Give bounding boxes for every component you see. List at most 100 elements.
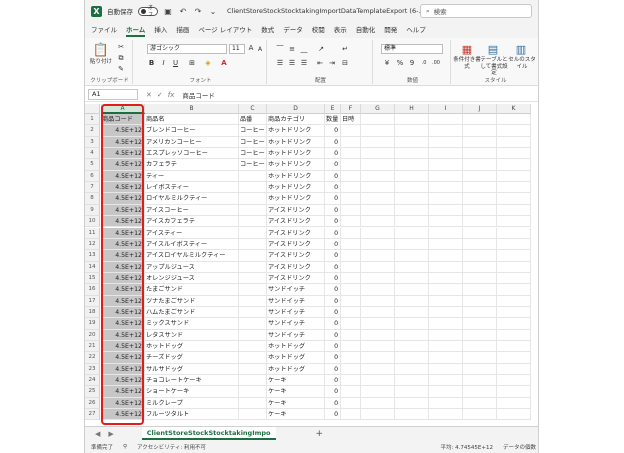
cell[interactable] [429, 148, 463, 160]
increase-font-icon[interactable]: A [247, 43, 255, 53]
cell[interactable]: ホットドッグ [267, 363, 325, 376]
cell[interactable]: 0 [325, 272, 341, 285]
cell[interactable] [497, 306, 531, 319]
cell[interactable] [497, 363, 531, 376]
cell[interactable]: サンドイッチ [267, 284, 325, 296]
cell[interactable] [429, 363, 463, 376]
cell[interactable]: 0 [325, 318, 341, 330]
cell[interactable]: 4.5E+12 [101, 170, 145, 183]
cell[interactable] [429, 409, 463, 421]
cell[interactable]: エスプレッソコーヒー [145, 148, 239, 160]
cell[interactable]: ケーキ [267, 386, 325, 398]
cell[interactable] [239, 250, 267, 262]
cell[interactable]: アイスコーヒー [145, 204, 239, 217]
cell[interactable] [361, 148, 395, 160]
cell[interactable] [239, 227, 267, 239]
cell[interactable]: カフェラテ [145, 159, 239, 171]
cell[interactable]: 4.5E+12 [101, 216, 145, 228]
row-header[interactable]: 3 [85, 136, 100, 149]
cell[interactable]: コーヒー [239, 148, 267, 160]
cell[interactable] [361, 204, 395, 217]
save-icon[interactable]: ▣ [163, 6, 173, 16]
row-header[interactable]: 1 [85, 114, 100, 126]
cell[interactable] [239, 193, 267, 205]
cell[interactable]: 4.5E+12 [101, 284, 145, 296]
column-header[interactable]: I [429, 104, 463, 114]
cell[interactable]: ホットドッグ [267, 352, 325, 364]
column-header[interactable]: A [101, 104, 145, 114]
menu-tab[interactable]: 表示 [334, 22, 347, 38]
cell[interactable] [497, 170, 531, 183]
align-top-icon[interactable]: ⎺ [275, 44, 285, 54]
row-header[interactable]: 10 [85, 216, 100, 228]
wrap-text-icon[interactable]: ↵ [339, 44, 351, 54]
cell[interactable]: レイボスティー [145, 182, 239, 194]
cell[interactable]: ミルクレープ [145, 397, 239, 410]
cell[interactable] [429, 386, 463, 398]
cut-icon[interactable]: ✂ [115, 42, 127, 52]
cell[interactable] [429, 227, 463, 239]
cell[interactable] [463, 397, 497, 410]
cell[interactable] [361, 182, 395, 194]
menu-tab[interactable]: 数式 [261, 22, 274, 38]
cell[interactable] [361, 193, 395, 205]
cell[interactable] [497, 284, 531, 296]
cell[interactable] [395, 159, 429, 171]
cell[interactable] [463, 182, 497, 194]
cell[interactable] [239, 284, 267, 296]
cell[interactable] [341, 306, 361, 319]
row-header[interactable]: 21 [85, 341, 100, 353]
font-color-icon[interactable]: A [219, 58, 229, 68]
row-header[interactable]: 26 [85, 397, 100, 410]
cell[interactable]: サルサドッグ [145, 363, 239, 376]
cell[interactable] [239, 375, 267, 387]
cell[interactable]: ホットドッグ [267, 341, 325, 353]
cell[interactable] [497, 409, 531, 421]
row-header[interactable]: 19 [85, 318, 100, 330]
cell[interactable]: 日時 [341, 114, 361, 126]
cell[interactable]: 0 [325, 227, 341, 239]
enter-icon[interactable]: ✓ [157, 91, 163, 99]
cell[interactable] [341, 397, 361, 410]
cell[interactable] [429, 204, 463, 217]
cell[interactable]: 0 [325, 216, 341, 228]
cell[interactable] [341, 170, 361, 183]
cell[interactable]: サンドイッチ [267, 329, 325, 341]
cell[interactable] [497, 341, 531, 353]
cell[interactable]: コーヒー [239, 136, 267, 149]
cell[interactable] [429, 375, 463, 387]
cell[interactable] [395, 238, 429, 251]
cell[interactable] [239, 397, 267, 410]
cell[interactable] [395, 409, 429, 421]
menu-tab[interactable]: ホーム [126, 22, 146, 38]
cell[interactable]: 4.5E+12 [101, 227, 145, 239]
column-header[interactable]: C [239, 104, 267, 114]
cell[interactable] [361, 159, 395, 171]
cell[interactable] [239, 306, 267, 319]
cell[interactable]: 0 [325, 125, 341, 137]
cell[interactable]: 0 [325, 352, 341, 364]
cell[interactable]: ケーキ [267, 409, 325, 421]
cell[interactable] [463, 409, 497, 421]
cell[interactable] [463, 329, 497, 341]
cell[interactable] [497, 125, 531, 137]
cell[interactable]: 0 [325, 204, 341, 217]
cell[interactable] [395, 329, 429, 341]
cell[interactable]: ミックスサンド [145, 318, 239, 330]
cell[interactable] [341, 204, 361, 217]
cell[interactable]: ティー [145, 170, 239, 183]
decrease-indent-icon[interactable]: ⇤ [315, 58, 325, 68]
column-header[interactable]: D [267, 104, 325, 114]
row-header[interactable]: 2 [85, 125, 100, 137]
cell[interactable] [429, 261, 463, 273]
percent-button[interactable]: % [395, 58, 405, 68]
cell[interactable] [497, 148, 531, 160]
cell[interactable]: 0 [325, 250, 341, 262]
cell[interactable] [463, 306, 497, 319]
cell[interactable]: 0 [325, 306, 341, 319]
cell[interactable] [341, 409, 361, 421]
cell[interactable]: ホットドリンク [267, 136, 325, 149]
cell[interactable]: 0 [325, 363, 341, 376]
cell[interactable] [497, 227, 531, 239]
paste-label[interactable]: 貼り付け [89, 59, 113, 66]
